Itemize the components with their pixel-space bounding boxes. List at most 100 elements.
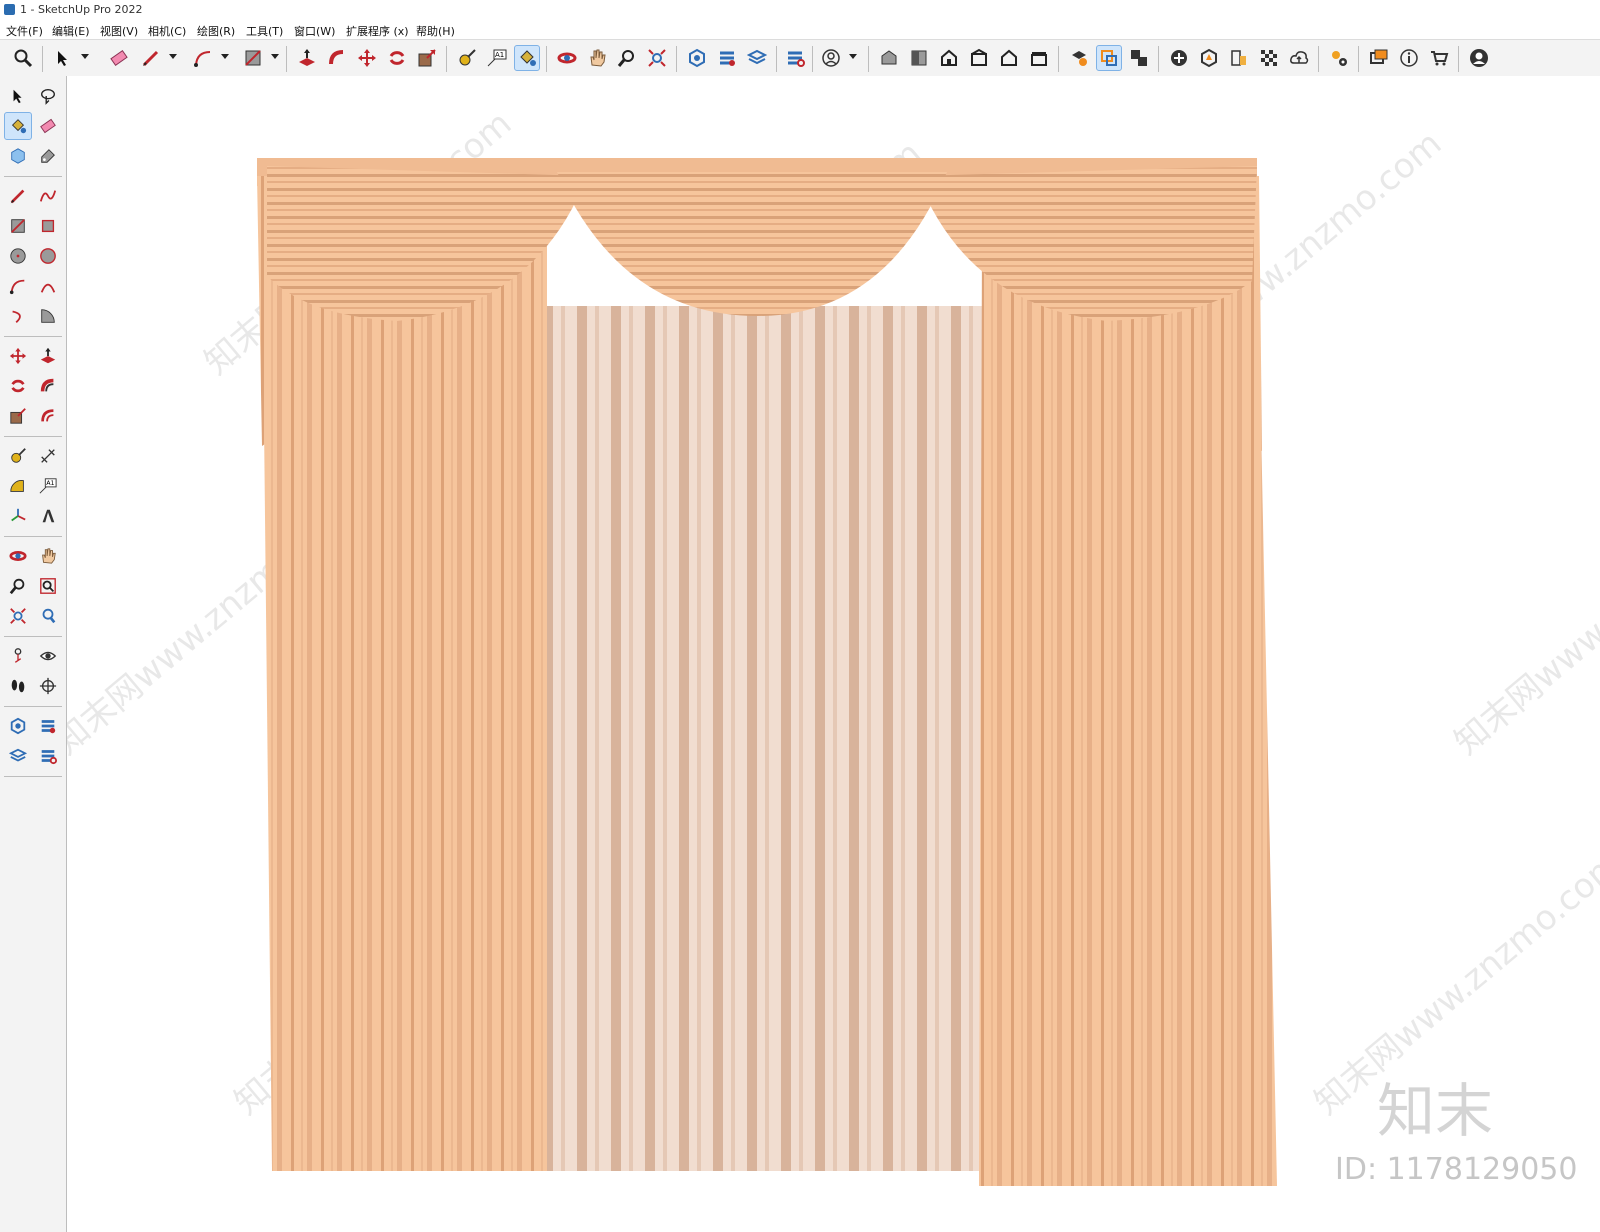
section-plane-icon[interactable] (34, 672, 62, 700)
extension-manager-icon[interactable] (782, 45, 808, 71)
cart-icon[interactable] (1426, 45, 1452, 71)
arc-icon[interactable] (190, 45, 216, 71)
three-point-arc-icon[interactable] (4, 302, 32, 330)
menu-camera[interactable]: 相机(C) (148, 23, 186, 39)
zoom-window-icon[interactable] (614, 45, 640, 71)
extension-warehouse-icon[interactable] (34, 712, 62, 740)
rectangle-dropdown[interactable] (270, 50, 279, 64)
freehand-icon[interactable] (34, 182, 62, 210)
warehouse-icon[interactable] (684, 45, 710, 71)
menu-help[interactable]: 帮助(H) (416, 23, 455, 39)
top-view-icon[interactable] (906, 45, 932, 71)
rectangle-icon[interactable] (4, 212, 32, 240)
section-plane-icon[interactable] (1066, 45, 1092, 71)
select-icon[interactable] (4, 82, 32, 110)
display-section-icon[interactable] (1096, 45, 1122, 71)
front-view-icon[interactable] (936, 45, 962, 71)
tape-measure-icon[interactable] (454, 45, 480, 71)
scale-icon[interactable] (4, 402, 32, 430)
orbit-icon[interactable] (554, 45, 580, 71)
pencil-icon[interactable] (138, 45, 164, 71)
pencil-icon[interactable] (4, 182, 32, 210)
select-dropdown[interactable] (80, 50, 89, 64)
select-icon[interactable] (50, 45, 76, 71)
paint-bucket-icon[interactable] (514, 45, 540, 71)
add-location-icon[interactable] (1166, 45, 1192, 71)
info-icon[interactable] (1396, 45, 1422, 71)
menu-file[interactable]: 文件(F) (6, 23, 43, 39)
arc-icon[interactable] (4, 272, 32, 300)
account-icon[interactable] (1466, 45, 1492, 71)
terrain-icon[interactable] (1196, 45, 1222, 71)
menu-edit[interactable]: 编辑(E) (52, 23, 90, 39)
axes-icon[interactable] (4, 502, 32, 530)
eraser-icon[interactable] (34, 112, 62, 140)
protractor-icon[interactable] (4, 472, 32, 500)
layout-icon[interactable] (4, 742, 32, 770)
pencil-dropdown[interactable] (168, 50, 177, 64)
zoom-window-icon[interactable] (34, 572, 62, 600)
walk-icon[interactable] (4, 672, 32, 700)
warehouse-icon[interactable] (4, 712, 32, 740)
text-icon[interactable]: A1 (484, 45, 510, 71)
follow-me-icon[interactable] (34, 372, 62, 400)
rotate-icon[interactable] (384, 45, 410, 71)
pan-icon[interactable] (34, 542, 62, 570)
position-camera-icon[interactable] (4, 642, 32, 670)
rotated-rectangle-icon[interactable] (34, 212, 62, 240)
settings-icon[interactable] (1326, 45, 1352, 71)
rectangle-icon[interactable] (240, 45, 266, 71)
section-cut-icon[interactable] (1126, 45, 1152, 71)
look-around-icon[interactable] (34, 642, 62, 670)
move-icon[interactable] (4, 342, 32, 370)
polygon-icon[interactable] (34, 242, 62, 270)
zoom-extents-icon[interactable] (644, 45, 670, 71)
extension-warehouse-icon[interactable] (714, 45, 740, 71)
right-view-icon[interactable] (966, 45, 992, 71)
follow-me-icon[interactable] (324, 45, 350, 71)
left-view-icon[interactable] (1026, 45, 1052, 71)
menu-window[interactable]: 窗口(W) (294, 23, 335, 39)
text-icon[interactable]: A1 (34, 472, 62, 500)
menu-extensions[interactable]: 扩展程序 (x) (346, 23, 409, 39)
profile-dropdown[interactable] (848, 50, 857, 64)
profile-icon[interactable] (818, 45, 844, 71)
scale-icon[interactable] (414, 45, 440, 71)
curtain-model[interactable]: 知末网www.znzmo.com 知末网www.znzmo.com 知末网www… (67, 76, 1600, 1232)
orbit-icon[interactable] (4, 542, 32, 570)
move-icon[interactable] (354, 45, 380, 71)
extension-manager-icon[interactable] (34, 742, 62, 770)
arc-dropdown[interactable] (220, 50, 229, 64)
dimension-icon[interactable] (34, 442, 62, 470)
offset-icon[interactable] (34, 402, 62, 430)
trimble-connect-icon[interactable] (1286, 45, 1312, 71)
two-point-arc-icon[interactable] (34, 272, 62, 300)
menu-tools[interactable]: 工具(T) (246, 23, 283, 39)
menu-draw[interactable]: 绘图(R) (197, 23, 235, 39)
menu-view[interactable]: 视图(V) (100, 23, 138, 39)
tag-tool-icon[interactable] (34, 142, 62, 170)
paint-bucket-icon[interactable] (4, 112, 32, 140)
lasso-select-icon[interactable] (34, 82, 62, 110)
tape-measure-icon[interactable] (4, 442, 32, 470)
iso-view-icon[interactable] (876, 45, 902, 71)
pan-icon[interactable] (584, 45, 610, 71)
push-pull-icon[interactable] (34, 342, 62, 370)
rotate-icon[interactable] (4, 372, 32, 400)
layout-icon[interactable] (744, 45, 770, 71)
match-photo-icon[interactable] (1256, 45, 1282, 71)
zoom-extents-icon[interactable] (4, 602, 32, 630)
eraser-icon[interactable] (106, 45, 132, 71)
make-component-icon[interactable] (4, 142, 32, 170)
push-pull-icon[interactable] (294, 45, 320, 71)
zoom-icon[interactable] (10, 45, 36, 71)
3d-text-icon[interactable] (34, 502, 62, 530)
zoom-icon[interactable] (4, 572, 32, 600)
photo-texture-icon[interactable] (1226, 45, 1252, 71)
previous-view-icon[interactable] (34, 602, 62, 630)
pie-icon[interactable] (34, 302, 62, 330)
chat-icon[interactable] (1366, 45, 1392, 71)
circle-icon[interactable] (4, 242, 32, 270)
back-view-icon[interactable] (996, 45, 1022, 71)
model-viewport[interactable]: 知末网www.znzmo.com 知末网www.znzmo.com 知末网www… (67, 76, 1600, 1232)
